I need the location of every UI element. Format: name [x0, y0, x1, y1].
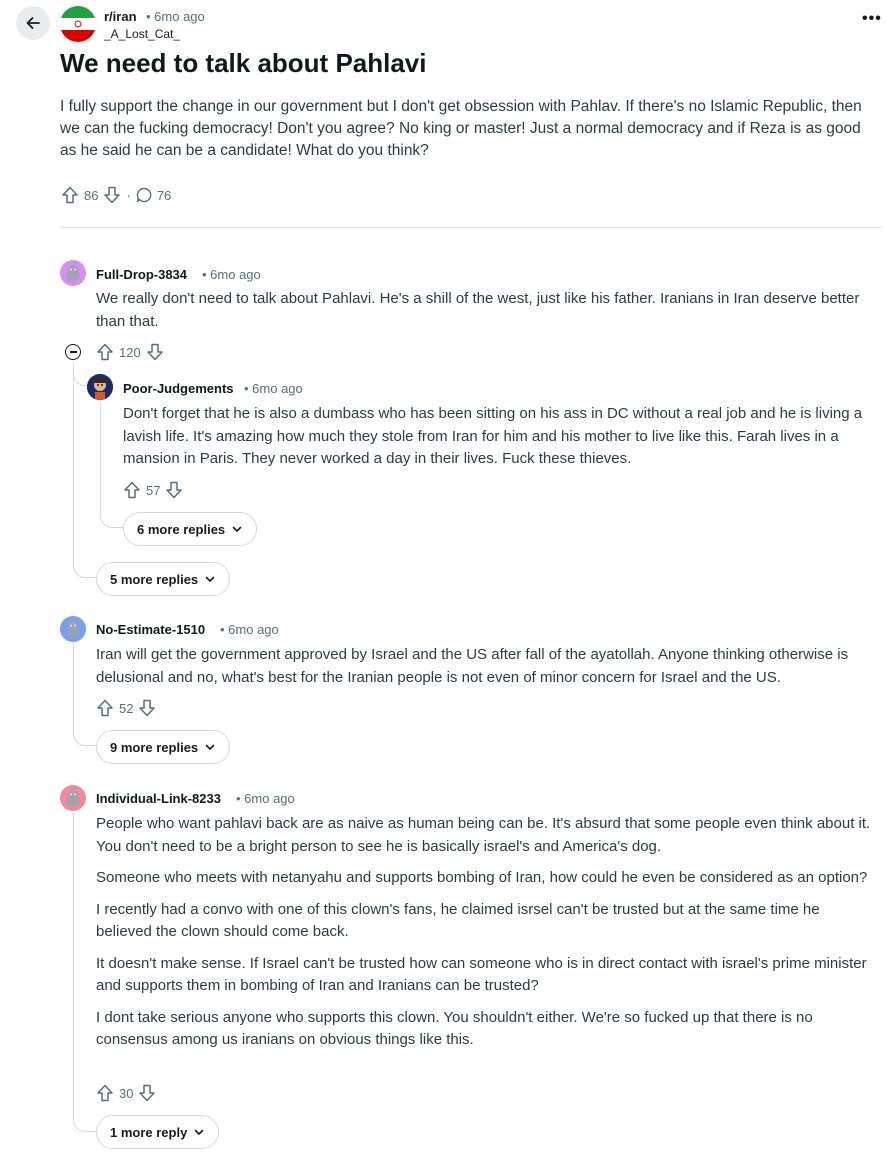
upvote-icon[interactable] [95, 698, 115, 718]
upvote-icon[interactable] [60, 185, 80, 205]
comment-actions: 57 [122, 480, 184, 500]
comment-paragraph: Someone who meets with netanyahu and sup… [96, 869, 868, 886]
divider [60, 227, 883, 228]
more-replies-button[interactable]: 6 more replies [123, 512, 258, 546]
snoo-avatar-icon [60, 260, 86, 286]
custom-avatar-icon [87, 374, 113, 400]
thread-line [73, 362, 74, 564]
comment-paragraph: People who want pahlavi back are as naiv… [96, 815, 871, 855]
post-author[interactable]: _A_Lost_Cat_ [104, 27, 180, 41]
comment-actions: 52 [95, 698, 157, 718]
downvote-icon[interactable] [102, 185, 122, 205]
comment-count: 76 [156, 187, 172, 203]
avatar[interactable] [60, 785, 86, 811]
vote-count: 30 [119, 1085, 134, 1101]
post-title: We need to talk about Pahlavi [60, 48, 427, 78]
vote-count: 120 [119, 344, 141, 360]
more-replies-label: 5 more replies [110, 571, 199, 587]
thread-line [73, 813, 74, 1115]
comment-body: Iran will get the government approved by… [96, 644, 878, 698]
comment-paragraph: I recently had a convo with one of this … [96, 900, 820, 941]
comment-paragraph: Iran will get the government approved by… [96, 646, 849, 686]
comment-body: We really don't need to talk about Pahla… [96, 288, 876, 342]
comment-time: • 6mo ago [244, 381, 303, 396]
arrow-left-icon [26, 17, 40, 29]
vote-count: 52 [119, 700, 134, 716]
thread-curve [73, 1111, 96, 1132]
comment-author[interactable]: Poor-Judgements [123, 381, 234, 396]
post-body: I fully support the change in our govern… [60, 98, 862, 159]
subreddit-name[interactable]: r/iran [104, 9, 137, 24]
snoo-avatar-icon [60, 785, 86, 811]
upvote-icon[interactable] [95, 342, 115, 362]
comment-icon[interactable] [135, 186, 153, 204]
comment-time: • 6mo ago [220, 622, 279, 637]
chevron-down-icon [204, 573, 216, 585]
avatar[interactable] [60, 260, 86, 286]
vote-count: 86 [84, 187, 99, 203]
thread-line [100, 402, 101, 512]
more-replies-button[interactable]: 9 more replies [96, 730, 231, 764]
comment-paragraph: Don't forget that he is also a dumbass w… [123, 405, 863, 467]
chevron-down-icon [193, 1126, 205, 1138]
thread-curve [73, 560, 96, 578]
comment-body: People who want pahlavi back are as naiv… [96, 813, 871, 1061]
chevron-down-icon [231, 523, 243, 535]
separator: · [126, 187, 131, 203]
comment-paragraph: It doesn't make sense. If Israel can't b… [96, 954, 867, 995]
upvote-icon[interactable] [122, 480, 142, 500]
downvote-icon[interactable] [137, 1083, 157, 1103]
collapse-thread-button[interactable] [65, 344, 81, 360]
thread-curve [73, 724, 96, 746]
more-replies-label: 6 more replies [137, 521, 226, 537]
comment-author[interactable]: Full-Drop-3834 [96, 267, 187, 282]
chevron-down-icon [204, 741, 216, 753]
comment-time: • 6mo ago [202, 267, 261, 282]
upvote-icon[interactable] [95, 1083, 115, 1103]
comment-author[interactable]: Individual-Link-8233 [96, 791, 221, 806]
thread-curve [100, 508, 123, 528]
avatar[interactable] [87, 374, 113, 400]
back-button[interactable] [16, 6, 50, 40]
downvote-icon[interactable] [137, 698, 157, 718]
post-actions: 86 · 76 [60, 185, 171, 205]
comment-time: • 6mo ago [236, 791, 295, 806]
downvote-icon[interactable] [145, 342, 165, 362]
vote-count: 57 [146, 482, 161, 498]
post-time: • 6mo ago [146, 9, 205, 24]
more-replies-button[interactable]: 1 more reply [96, 1115, 220, 1149]
thread-line [73, 644, 74, 728]
subreddit-icon[interactable] [60, 6, 96, 42]
comment-paragraph: We really don't need to talk about Pahla… [96, 290, 860, 330]
more-replies-button[interactable]: 5 more replies [96, 562, 231, 596]
more-replies-label: 1 more reply [110, 1124, 188, 1140]
comment-paragraph: I dont take serious anyone who supports … [96, 1008, 813, 1049]
avatar[interactable] [60, 616, 86, 642]
more-replies-label: 9 more replies [110, 739, 199, 755]
thread-curve [73, 362, 87, 386]
comment-actions: 30 [95, 1083, 157, 1103]
comment-body: Don't forget that he is also a dumbass w… [123, 403, 868, 480]
comment-actions: 120 [95, 342, 165, 362]
comment-author[interactable]: No-Estimate-1510 [96, 622, 205, 637]
snoo-avatar-icon [60, 616, 86, 642]
more-options-button[interactable]: ••• [862, 10, 882, 28]
downvote-icon[interactable] [164, 480, 184, 500]
